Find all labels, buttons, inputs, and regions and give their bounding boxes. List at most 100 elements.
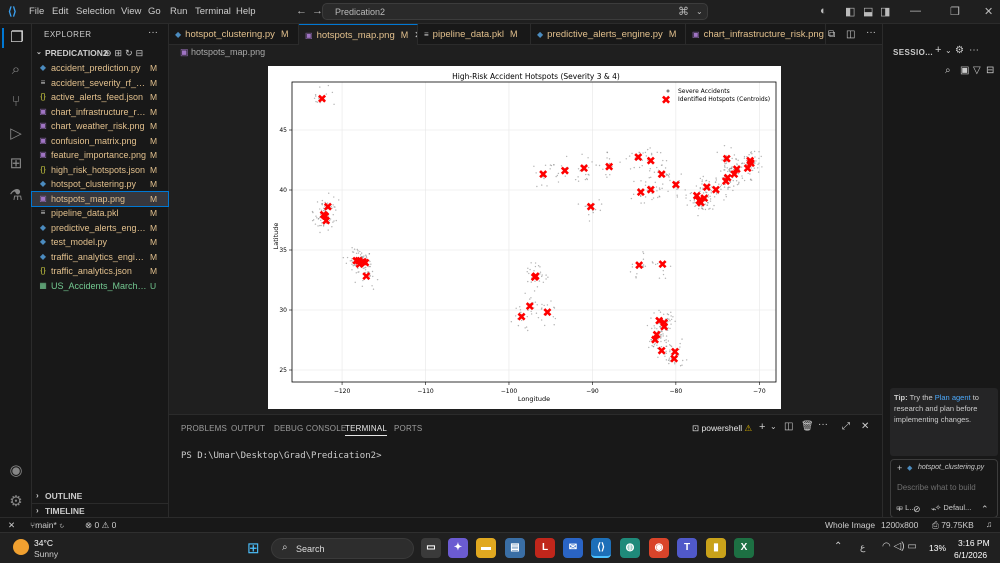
source-control-icon[interactable]: ⑂ bbox=[6, 92, 26, 112]
store-icon[interactable]: ▤ bbox=[505, 538, 525, 558]
file-item[interactable]: {} active_alerts_feed.json M bbox=[32, 90, 168, 104]
file-item[interactable]: ▣ feature_importance.png M bbox=[32, 148, 168, 162]
file-item[interactable]: ≡ pipeline_data.pkl M bbox=[32, 206, 168, 220]
clock-time[interactable]: 3:16 PM bbox=[958, 538, 990, 548]
file-item[interactable]: ◆ test_model.py M bbox=[32, 235, 168, 249]
tab-pipeline-data[interactable]: ≡ pipeline_data.pkl M bbox=[418, 24, 531, 45]
menu-go[interactable]: Go bbox=[148, 6, 161, 17]
file-item[interactable]: ▣ chart_weather_risk.png M bbox=[32, 119, 168, 133]
tab-terminal[interactable]: TERMINAL bbox=[345, 424, 388, 436]
close-panel-icon[interactable]: ✕ bbox=[861, 421, 869, 432]
send-icon[interactable]: ⌃ bbox=[981, 504, 989, 515]
app-l-icon[interactable]: L bbox=[535, 538, 555, 558]
teams-icon[interactable]: T bbox=[677, 538, 697, 558]
split-editor-icon[interactable]: ◫ bbox=[846, 29, 855, 40]
outline-section[interactable]: › OUTLINE bbox=[32, 489, 168, 503]
chevron-down-icon[interactable]: ⌄ bbox=[770, 422, 777, 431]
weather-icon[interactable] bbox=[13, 539, 29, 555]
file-item[interactable]: ▦ US_Accidents_March23.... U bbox=[32, 279, 168, 293]
terminal-shell-selector[interactable]: ⊡ powershell ⚠ bbox=[692, 423, 752, 434]
excel-icon[interactable]: X bbox=[734, 538, 754, 558]
more-actions-icon[interactable]: ⋯ bbox=[969, 45, 979, 56]
extensions-icon[interactable]: ⊞ bbox=[6, 154, 26, 174]
notifications-bell-icon[interactable]: ♫ bbox=[986, 519, 992, 529]
tab-hotspot-clustering[interactable]: ◆ hotspot_clustering.py M bbox=[169, 24, 299, 45]
taskbar-search[interactable]: ⌕ Search bbox=[271, 538, 414, 559]
account-icon[interactable]: ◉ bbox=[6, 461, 26, 481]
filter-icon[interactable]: ▽ bbox=[973, 65, 981, 76]
tab-output[interactable]: OUTPUT bbox=[231, 424, 265, 433]
terminal-prompt[interactable]: PS D:\Umar\Desktop\Grad\Predication2> bbox=[181, 451, 381, 461]
file-item[interactable]: ◆ traffic_analytics_engine... M bbox=[32, 250, 168, 264]
breadcrumb-file[interactable]: hotspots_map.png bbox=[191, 47, 265, 57]
file-explorer-icon[interactable]: ▬ bbox=[476, 538, 496, 558]
explorer-icon[interactable]: ❐ bbox=[2, 28, 30, 48]
chat-sessions-icon[interactable]: ▣ bbox=[960, 65, 969, 76]
toggle-secondary-sidebar-icon[interactable]: ◨ bbox=[880, 5, 890, 18]
menu-file[interactable]: File bbox=[29, 6, 44, 17]
copilot-icon[interactable]: ⌘ bbox=[678, 5, 689, 18]
close-window-icon[interactable]: ✕ bbox=[984, 5, 993, 18]
edge-icon[interactable]: ◍ bbox=[620, 538, 640, 558]
more-actions-icon[interactable]: ··· bbox=[818, 419, 828, 430]
mail-icon[interactable]: ✉ bbox=[563, 538, 583, 558]
folder-header[interactable]: ⌄ PREDICATION2 ⊕⊞↻⊟ bbox=[32, 46, 168, 60]
menu-help[interactable]: Help bbox=[236, 6, 256, 17]
split-terminal-icon[interactable]: ◫ bbox=[784, 421, 793, 432]
minimize-icon[interactable]: — bbox=[910, 5, 921, 17]
toggle-sidebar-icon[interactable]: ◧ bbox=[845, 5, 855, 18]
file-item[interactable]: ◆ accident_prediction.py M bbox=[32, 61, 168, 75]
add-context-icon[interactable]: + bbox=[897, 463, 902, 473]
vscode-taskbar-icon[interactable]: ⟨⟩ bbox=[591, 538, 611, 558]
menu-selection[interactable]: Selection bbox=[76, 6, 115, 17]
power-bi-icon[interactable]: ▮ bbox=[706, 538, 726, 558]
file-item[interactable]: ▣ confusion_matrix.png M bbox=[32, 134, 168, 148]
run-debug-icon[interactable]: ▷ bbox=[6, 124, 26, 144]
file-item[interactable]: ▣ hotspots_map.png M bbox=[31, 190, 169, 207]
settings-gear-icon[interactable]: ⚙ bbox=[955, 45, 964, 56]
chat-input-placeholder[interactable]: Describe what to build bbox=[897, 483, 976, 492]
branch-indicator[interactable]: ⑂main* ↻ bbox=[30, 520, 64, 530]
accounts-icon[interactable]: ◐ bbox=[820, 5, 827, 17]
task-view-icon[interactable]: ▭ bbox=[421, 538, 441, 558]
toggle-panel-icon[interactable]: ⬓ bbox=[863, 5, 873, 18]
context-file-chip[interactable]: hotspot_clustering.py bbox=[918, 464, 984, 471]
trash-icon[interactable]: 🗑 bbox=[801, 421, 814, 432]
tab-ports[interactable]: PORTS bbox=[394, 424, 422, 433]
menu-edit[interactable]: Edit bbox=[52, 6, 68, 17]
language-icon[interactable]: ع bbox=[860, 542, 865, 553]
maximize-panel-icon[interactable]: ⤢ bbox=[842, 421, 850, 432]
tab-hotspots-map[interactable]: ▣hotspots_map.pngM✕ bbox=[299, 24, 418, 45]
plan-agent-link[interactable]: Plan agent bbox=[935, 393, 971, 402]
command-center-search[interactable]: Predication2 bbox=[322, 3, 708, 20]
chevron-down-icon[interactable]: ⌄ bbox=[696, 7, 703, 16]
menu-terminal[interactable]: Terminal bbox=[195, 6, 231, 17]
file-item[interactable]: ◆ hotspot_clustering.py M bbox=[32, 177, 168, 191]
new-chat-icon[interactable]: + bbox=[935, 44, 941, 56]
new-terminal-icon[interactable]: + bbox=[759, 421, 765, 433]
problems-indicator[interactable]: ⊗ 0 ⚠ 0 bbox=[85, 520, 116, 531]
file-item[interactable]: {} traffic_analytics.json M bbox=[32, 264, 168, 278]
chevron-down-icon[interactable]: ⌄ bbox=[945, 46, 952, 55]
model-picker[interactable]: ✧ Defaul... bbox=[935, 503, 971, 512]
system-tray-icons[interactable]: ◠ ◁) ▭ bbox=[882, 541, 917, 552]
copilot-app-icon[interactable]: ✦ bbox=[448, 538, 468, 558]
maximize-icon[interactable]: ❐ bbox=[950, 5, 960, 18]
file-item[interactable]: ◆ predictive_alerts_engine... M bbox=[32, 221, 168, 235]
more-actions-icon[interactable]: ··· bbox=[148, 27, 158, 38]
chrome-icon[interactable]: ◉ bbox=[649, 538, 669, 558]
tab-predictive-alerts[interactable]: ◆ predictive_alerts_engine.py M bbox=[531, 24, 686, 45]
timeline-section[interactable]: › TIMELINE bbox=[32, 503, 168, 517]
search-icon[interactable]: ⌕ bbox=[945, 65, 951, 76]
open-changes-icon[interactable]: ⧉ bbox=[828, 29, 835, 40]
back-arrow-icon[interactable]: ← bbox=[296, 5, 307, 17]
menu-view[interactable]: View bbox=[121, 6, 141, 17]
file-item[interactable]: {} high_risk_hotspots.json M bbox=[32, 163, 168, 177]
windows-start-icon[interactable]: ⊞ bbox=[247, 539, 260, 557]
testing-icon[interactable]: ⚗ bbox=[6, 186, 26, 206]
chevron-up-icon[interactable]: ⌃ bbox=[834, 541, 842, 552]
image-zoom-mode[interactable]: Whole Image bbox=[825, 520, 875, 530]
more-actions-icon[interactable]: ··· bbox=[866, 27, 876, 38]
remote-icon[interactable]: ✕ bbox=[8, 520, 15, 531]
search-icon[interactable]: ⌕ bbox=[6, 60, 26, 80]
